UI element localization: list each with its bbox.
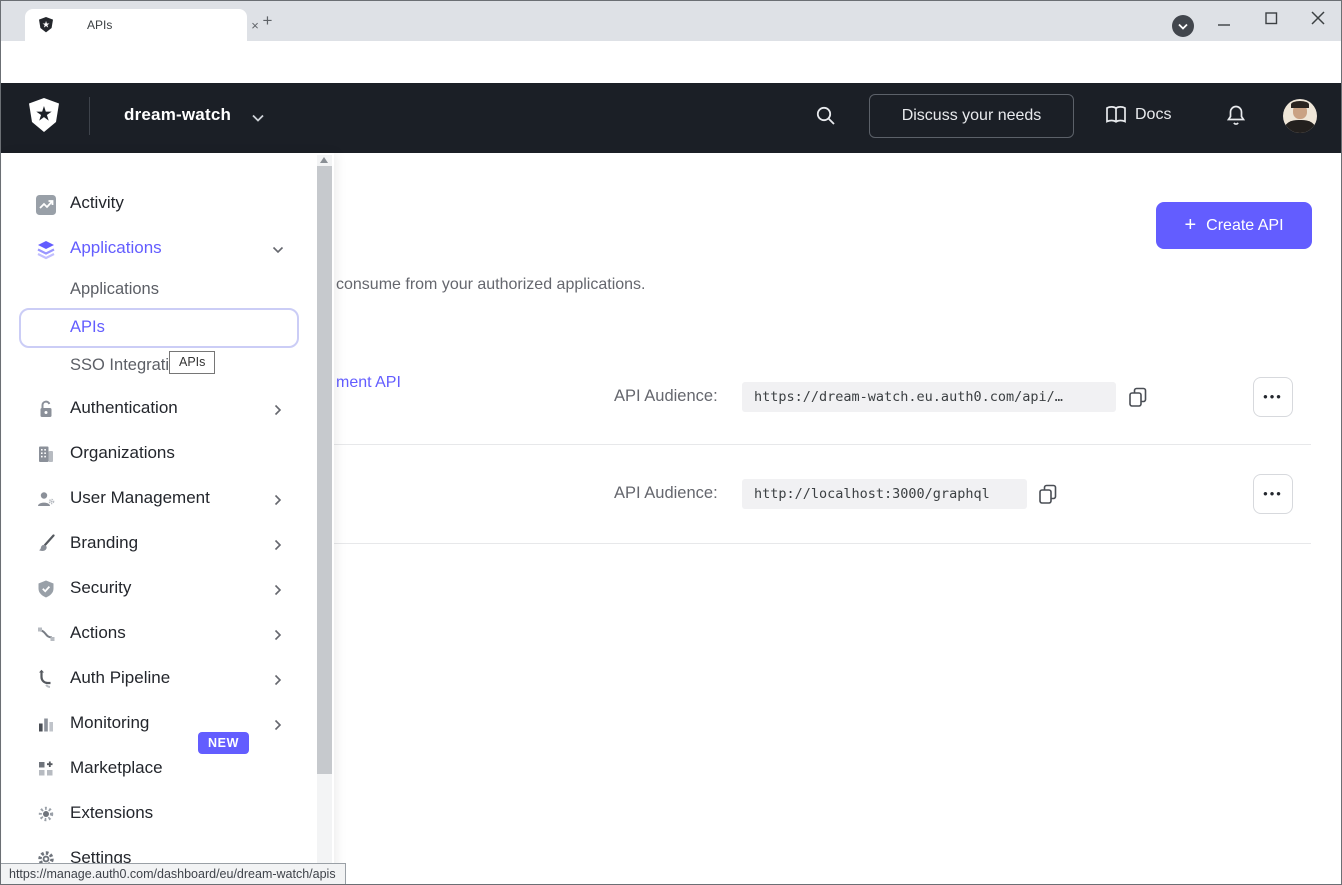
svg-text:★: ★: [35, 104, 53, 126]
sidebar-item-label: Organizations: [70, 443, 175, 463]
api-audience-value[interactable]: https://dream-watch.eu.auth0.com/api/…: [742, 382, 1116, 412]
sidebar-item-branding[interactable]: Branding: [2, 533, 302, 578]
new-tab-button[interactable]: +: [259, 13, 276, 30]
chevron-right-icon: [270, 492, 286, 508]
api-audience-value[interactable]: http://localhost:3000/graphql: [742, 479, 1027, 509]
docs-label[interactable]: Docs: [1135, 106, 1171, 124]
applications-icon: [36, 240, 56, 260]
sidebar-subitem-apis-focus-ring: [19, 308, 299, 348]
tenant-chevron-down-icon[interactable]: [250, 110, 266, 126]
avatar-shirt: [1285, 120, 1315, 133]
api-audience-label: API Audience:: [614, 484, 718, 503]
tenant-name[interactable]: dream-watch: [124, 105, 231, 125]
sidebar-item-auth-pipeline[interactable]: Auth Pipeline: [2, 668, 302, 713]
building-icon: [36, 444, 56, 464]
minimize-button[interactable]: [1215, 13, 1233, 31]
api-name-link[interactable]: ment API: [336, 374, 401, 392]
svg-text:★: ★: [42, 20, 50, 30]
grid-plus-icon: [36, 759, 56, 779]
status-bar: https://manage.auth0.com/dashboard/eu/dr…: [1, 863, 346, 885]
browser-toolbar: manage.auth0.com/dashboard/eu/dream-watc…: [1, 41, 1342, 83]
row-more-button[interactable]: •••: [1253, 377, 1293, 417]
chevron-right-icon: [270, 582, 286, 598]
sidebar-item-user-management[interactable]: User Management: [2, 488, 302, 533]
user-gear-icon: [36, 489, 56, 509]
sidebar-item-label: Actions: [70, 623, 126, 643]
auth0-favicon: ★: [38, 17, 54, 33]
sidebar-item-label: Monitoring: [70, 713, 149, 733]
browser-window: ★ APIs × + manage.auth0.com/dashboard/eu…: [0, 0, 1342, 885]
notification-bell-icon[interactable]: [1225, 104, 1247, 128]
sidebar-item-label: Marketplace: [70, 758, 163, 778]
chevron-down-icon: [1172, 15, 1194, 37]
user-avatar[interactable]: [1283, 99, 1317, 133]
sidebar-item-label: Applications: [70, 238, 162, 258]
create-api-label: Create API: [1206, 217, 1283, 235]
docs-book-icon[interactable]: [1105, 105, 1127, 125]
close-window-button[interactable]: [1308, 8, 1328, 28]
chevron-right-icon: [270, 672, 286, 688]
apis-tooltip: APIs: [169, 351, 215, 374]
chevron-down-icon: [270, 242, 286, 258]
scrollbar-up-arrow[interactable]: [320, 157, 328, 163]
paintbrush-icon: [36, 534, 56, 554]
tab-strip: ★ APIs × +: [1, 1, 1342, 41]
sidebar-item-marketplace[interactable]: Marketplace: [2, 758, 302, 803]
sidebar-item-label: Security: [70, 578, 131, 598]
activity-icon: [36, 195, 56, 215]
sidebar-item-actions[interactable]: Actions: [2, 623, 302, 668]
bar-chart-icon: [36, 714, 56, 734]
sidebar-item-security[interactable]: Security: [2, 578, 302, 623]
navigation-sidebar: Activity Applications Applications APIs …: [2, 153, 334, 885]
sidebar-item-label: User Management: [70, 488, 210, 508]
chevron-right-icon: [270, 402, 286, 418]
row-more-button[interactable]: •••: [1253, 474, 1293, 514]
row-divider: [334, 543, 1311, 544]
flow-icon: [36, 624, 56, 644]
api-audience-label: API Audience:: [614, 387, 718, 406]
sidebar-item-label: Extensions: [70, 803, 153, 823]
row-divider: [334, 444, 1311, 445]
sidebar-item-monitoring[interactable]: Monitoring: [2, 713, 302, 758]
sidebar-item-label: Activity: [70, 193, 124, 213]
shield-check-icon: [36, 579, 56, 599]
sidebar-item-extensions[interactable]: Extensions: [2, 803, 302, 848]
sidebar-item-applications[interactable]: Applications: [2, 238, 302, 283]
sidebar-subitem-apis[interactable]: APIs: [70, 318, 105, 337]
sidebar-item-organizations[interactable]: Organizations NEW: [2, 443, 302, 488]
search-icon[interactable]: [815, 105, 837, 127]
page-subtitle-fragment: consume from your authorized application…: [336, 276, 646, 294]
auth0-header: ★ dream-watch Discuss your needs Docs: [1, 83, 1342, 153]
lock-icon: [36, 399, 56, 419]
create-api-button[interactable]: + Create API: [1156, 202, 1312, 249]
avatar-hair: [1291, 101, 1309, 108]
extension-gear-icon: [36, 804, 56, 824]
tab-title: APIs: [87, 18, 112, 32]
sidebar-subitem-applications[interactable]: Applications: [70, 280, 159, 299]
copy-icon[interactable]: [1127, 386, 1149, 408]
auth0-logo[interactable]: ★: [28, 98, 60, 134]
sidebar-scrollbar-thumb[interactable]: [317, 166, 332, 774]
browser-tab-apis[interactable]: ★ APIs ×: [25, 9, 247, 41]
discuss-your-needs-button[interactable]: Discuss your needs: [869, 94, 1074, 138]
chevron-right-icon: [270, 537, 286, 553]
pipeline-icon: [36, 669, 56, 689]
chevron-right-icon: [270, 717, 286, 733]
copy-icon[interactable]: [1037, 483, 1059, 505]
media-controls-button[interactable]: [1172, 15, 1194, 37]
plus-icon: +: [1184, 214, 1196, 237]
maximize-button[interactable]: [1262, 9, 1280, 27]
sidebar-item-activity[interactable]: Activity: [2, 193, 302, 238]
sidebar-item-authentication[interactable]: Authentication: [2, 398, 302, 443]
sidebar-item-label: Branding: [70, 533, 138, 553]
chevron-right-icon: [270, 627, 286, 643]
sidebar-item-label: Auth Pipeline: [70, 668, 170, 688]
sidebar-item-label: Authentication: [70, 398, 178, 418]
header-divider: [89, 97, 90, 135]
